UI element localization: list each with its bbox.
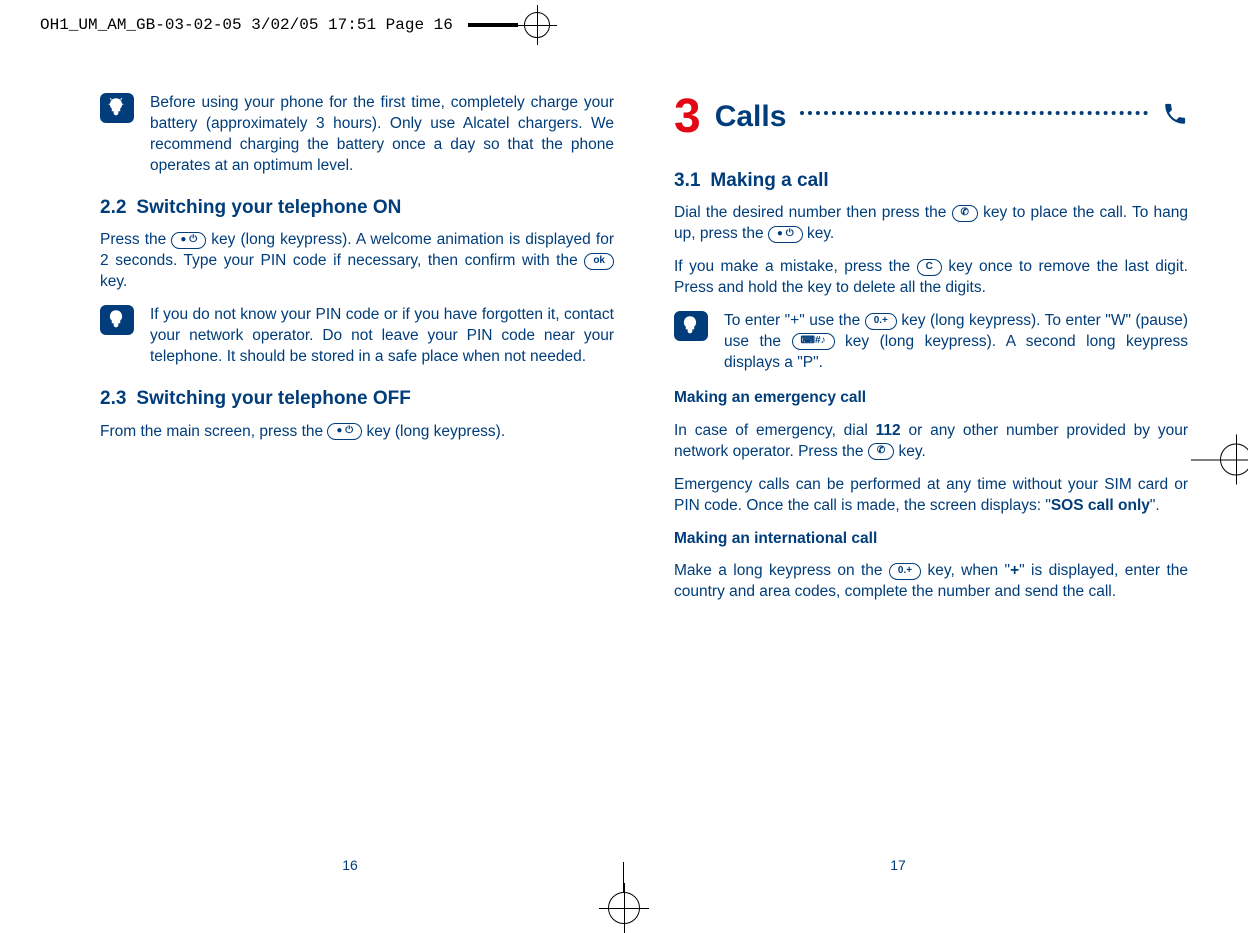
section-2-3-heading: 2.3Switching your telephone OFF bbox=[100, 386, 614, 412]
power-key-icon: ● ⏻ bbox=[171, 232, 206, 249]
phone-icon bbox=[1162, 101, 1188, 134]
section-2-2-heading: 2.2Switching your telephone ON bbox=[100, 195, 614, 221]
dot-leader bbox=[800, 111, 1148, 115]
page-number-right: 17 bbox=[648, 857, 1148, 873]
tip-charge: Before using your phone for the first ti… bbox=[100, 93, 614, 177]
tip-pin-text: If you do not know your PIN code or if y… bbox=[150, 305, 614, 368]
tip-plus-text: To enter "+" use the 0.+ key (long keypr… bbox=[724, 311, 1188, 374]
intl-body: Make a long keypress on the 0.+ key, whe… bbox=[674, 561, 1188, 603]
power-key-icon: ● ⏻ bbox=[327, 423, 362, 440]
emergency-body: In case of emergency, dial 112 or any ot… bbox=[674, 421, 1188, 463]
tip-pin: If you do not know your PIN code or if y… bbox=[100, 305, 614, 368]
tip-charge-text: Before using your phone for the first ti… bbox=[150, 93, 614, 177]
chapter-number: 3 bbox=[674, 85, 701, 150]
crop-text: OH1_UM_AM_GB-03-02-05 3/02/05 17:51 Page… bbox=[40, 16, 453, 34]
hash-key-icon: ⌨#♪ bbox=[792, 333, 835, 350]
section-3-1-heading: 3.1Making a call bbox=[674, 168, 1188, 194]
emergency-heading: Making an emergency call bbox=[674, 388, 1188, 409]
intl-heading: Making an international call bbox=[674, 529, 1188, 550]
ok-key-icon: ok bbox=[584, 253, 614, 270]
section-2-2-body: Press the ● ⏻ key (long keypress). A wel… bbox=[100, 230, 614, 293]
call-key-icon: ✆ bbox=[868, 443, 894, 460]
chapter-3-title: 3 Calls bbox=[674, 85, 1188, 150]
left-page: Before using your phone for the first ti… bbox=[100, 85, 614, 863]
tip-plus: To enter "+" use the 0.+ key (long keypr… bbox=[674, 311, 1188, 374]
zero-key-icon: 0.+ bbox=[865, 313, 897, 330]
lightbulb-icon bbox=[100, 305, 134, 335]
mistake-paragraph: If you make a mistake, press the C key o… bbox=[674, 257, 1188, 299]
chapter-name: Calls bbox=[715, 97, 787, 138]
section-2-3-body: From the main screen, press the ● ⏻ key … bbox=[100, 422, 614, 443]
clear-key-icon: C bbox=[917, 259, 942, 276]
crop-mark-header: OH1_UM_AM_GB-03-02-05 3/02/05 17:51 Page… bbox=[40, 12, 550, 38]
power-key-icon: ● ⏻ bbox=[768, 226, 803, 243]
lightbulb-icon bbox=[100, 93, 134, 123]
page-spread: OH1_UM_AM_GB-03-02-05 3/02/05 17:51 Page… bbox=[0, 0, 1248, 923]
lightbulb-icon bbox=[674, 311, 708, 341]
registration-mark-right bbox=[1220, 443, 1248, 480]
registration-mark-bottom bbox=[608, 892, 640, 929]
dial-paragraph: Dial the desired number then press the ✆… bbox=[674, 203, 1188, 245]
call-key-icon: ✆ bbox=[952, 205, 978, 222]
zero-key-icon: 0.+ bbox=[889, 563, 921, 580]
page-number-left: 16 bbox=[100, 857, 600, 873]
sos-body: Emergency calls can be performed at any … bbox=[674, 475, 1188, 517]
right-page: 3 Calls 3.1Making a call Dial the desire… bbox=[674, 85, 1188, 863]
